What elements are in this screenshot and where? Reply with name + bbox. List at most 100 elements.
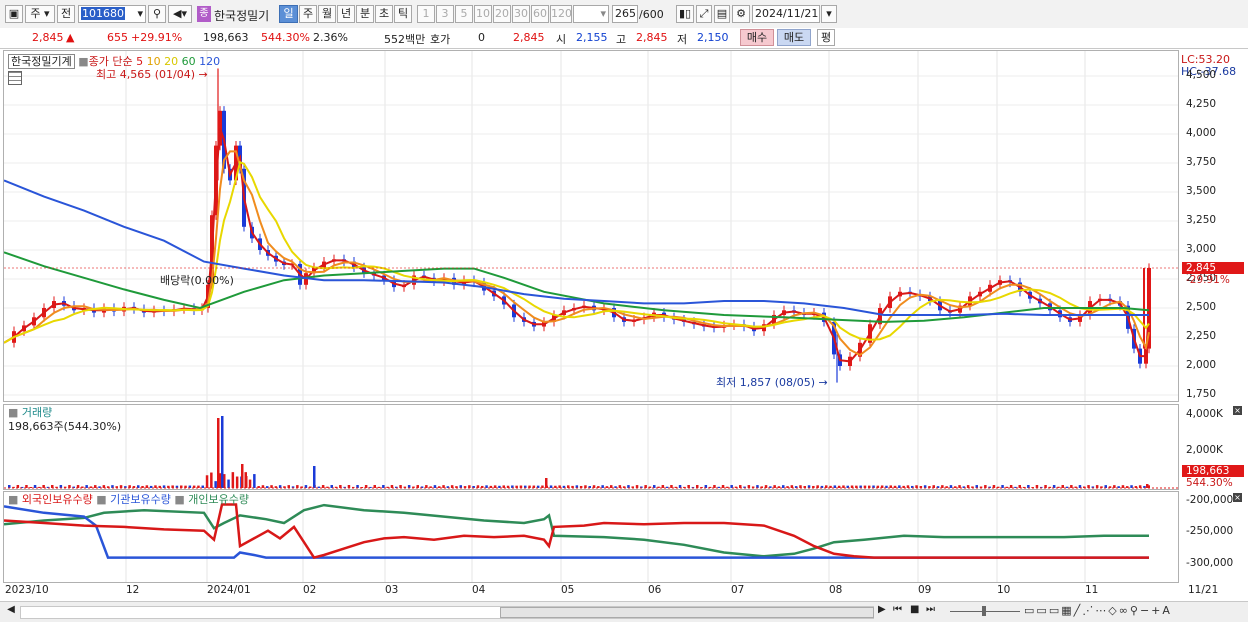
table-icon[interactable]: [8, 71, 22, 85]
speaker-button[interactable]: ◀▾: [168, 5, 192, 23]
hoga-price: 2,845: [513, 31, 545, 44]
interval-20[interactable]: 20: [493, 5, 511, 23]
stock-code-input[interactable]: 101680 ▾: [78, 5, 146, 23]
scroll-left-button[interactable]: ◀: [4, 604, 18, 618]
layout-icon[interactable]: ▣: [5, 5, 23, 23]
interval-5[interactable]: 5: [455, 5, 473, 23]
x-axis-label: 2023/10: [5, 584, 49, 596]
scroll-right-button[interactable]: ▶: [878, 604, 890, 618]
volume-y-tick: 2,000K: [1186, 444, 1223, 456]
trend-tool-icon[interactable]: ⋰: [1082, 604, 1095, 617]
volume-bar: [248, 479, 252, 488]
scrollbar-thumb[interactable]: [500, 607, 874, 618]
quote-bar: 2,845 ▲ 655 +29.91% 198,663 544.30% 2.36…: [0, 28, 1248, 49]
x-axis-label: 07: [731, 584, 745, 596]
price-y-tick: 3,500: [1186, 185, 1217, 197]
tab-week[interactable]: 주: [299, 5, 317, 23]
first-button[interactable]: ⏮: [893, 604, 907, 618]
stock-label[interactable]: 한국정밀기계: [8, 54, 75, 69]
tool-icons: ▭▭▭▦╱⋰⋯◇∞⚲−+A: [1024, 604, 1172, 617]
volume-bar: [313, 466, 316, 488]
volume-bar: [253, 474, 256, 488]
tab-second[interactable]: 초: [375, 5, 393, 23]
layout-icon[interactable]: ▭: [1049, 604, 1061, 617]
tab-year[interactable]: 년: [337, 5, 355, 23]
dividend-annotation: 배당락(0.00%): [160, 274, 234, 287]
price-y-tick: 4,250: [1186, 98, 1217, 110]
avg-button[interactable]: 평: [817, 29, 835, 46]
grid-icon[interactable]: ▦: [1061, 604, 1073, 617]
volume-bar: [721, 485, 725, 488]
volume-bar: [235, 476, 239, 488]
price-y-tick: 4,500: [1186, 69, 1217, 81]
plus-icon[interactable]: +: [1151, 604, 1162, 617]
layout-icon[interactable]: ▭: [1024, 604, 1036, 617]
tab-minute[interactable]: 분: [356, 5, 374, 23]
ma-line-10: [4, 150, 1150, 357]
crosshair-button[interactable]: ⤢: [696, 5, 712, 23]
tab-day[interactable]: 일: [279, 5, 298, 23]
minus-icon[interactable]: −: [1140, 604, 1151, 617]
candle-type-button[interactable]: ▮▯: [676, 5, 694, 23]
chevron-down-icon: ▾: [600, 7, 606, 20]
volume-subtitle: 198,663주(544.30%): [8, 420, 122, 433]
search-icon[interactable]: ⚲: [1130, 604, 1140, 617]
buy-button[interactable]: 매수: [740, 29, 774, 46]
dropdown-icon[interactable]: ▾: [137, 6, 143, 22]
settings-button[interactable]: ⚙: [732, 5, 750, 23]
interval-dropdown[interactable]: ▾: [573, 5, 609, 23]
last-button[interactable]: ⏭: [926, 604, 940, 618]
interval-10[interactable]: 10: [474, 5, 492, 23]
volume-bar: [1146, 484, 1149, 488]
volume-chart[interactable]: [4, 405, 1178, 489]
volume-bar: [231, 472, 235, 488]
stop-button[interactable]: ■: [910, 604, 924, 618]
volume-y-tick: 4,000K: [1186, 408, 1223, 420]
stock-code-value: 101680: [81, 7, 125, 20]
save-icon: ▤: [716, 7, 728, 20]
volume-bar: [217, 418, 220, 488]
x-axis-label: 04: [472, 584, 486, 596]
line-tool-icon[interactable]: ╱: [1074, 604, 1083, 617]
stock-name[interactable]: 한국정밀기: [214, 7, 269, 24]
save-button[interactable]: ▤: [714, 5, 730, 23]
date-input[interactable]: 2024/11/21: [752, 5, 820, 23]
current-pct-tag: -29.91%: [1186, 274, 1230, 286]
volume-bar: [777, 486, 781, 488]
x-axis-label: 05: [561, 584, 575, 596]
crosshair-icon: ⤢: [699, 7, 709, 20]
close-icon[interactable]: ×: [1233, 406, 1242, 415]
sell-button[interactable]: 매도: [777, 29, 811, 46]
holdings-y-tick: -300,000: [1186, 557, 1234, 569]
interval-3[interactable]: 3: [436, 5, 454, 23]
hoga-label: 호가: [430, 33, 451, 46]
interval-30[interactable]: 30: [512, 5, 530, 23]
layout-icon[interactable]: ▭: [1036, 604, 1048, 617]
fibo-icon[interactable]: ⋯: [1095, 604, 1108, 617]
zoom-slider-handle[interactable]: [982, 606, 986, 616]
price-chart[interactable]: [4, 51, 1178, 401]
volume-bar: [605, 486, 609, 488]
interval-60[interactable]: 60: [531, 5, 549, 23]
trade-amount: 552백만: [384, 33, 426, 46]
interval-120[interactable]: 120: [550, 5, 572, 23]
volume-ratio: 544.30%: [261, 31, 310, 44]
x-axis-label: 03: [385, 584, 399, 596]
shape-icon[interactable]: ◇: [1108, 604, 1118, 617]
prev-button[interactable]: 전: [57, 5, 75, 23]
x-axis-label: 02: [303, 584, 317, 596]
count-input[interactable]: 265: [612, 5, 638, 23]
volume-bar: [210, 472, 213, 488]
x-axis-label: 12: [126, 584, 140, 596]
link-icon[interactable]: ∞: [1119, 604, 1130, 617]
low-label: 저: [677, 33, 688, 46]
mode-select[interactable]: 주 ▾: [25, 5, 55, 23]
tab-month[interactable]: 월: [318, 5, 336, 23]
interval-1[interactable]: 1: [417, 5, 435, 23]
search-button[interactable]: ⚲: [148, 5, 166, 23]
calendar-button[interactable]: ▾: [821, 5, 837, 23]
close-icon[interactable]: ×: [1233, 493, 1242, 502]
x-axis-label: 10: [997, 584, 1011, 596]
tab-tick[interactable]: 틱: [394, 5, 412, 23]
text-tool-icon[interactable]: A: [1162, 604, 1172, 617]
